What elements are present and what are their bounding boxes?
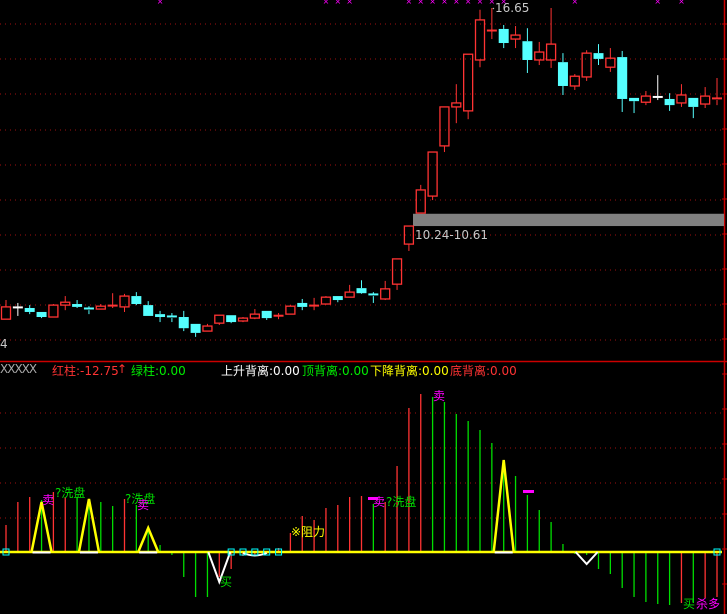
wash-signal: ?洗盘 (386, 495, 417, 509)
top-marker-icon: × (465, 0, 472, 6)
candle-body (320, 296, 332, 305)
candle-body (451, 102, 462, 108)
candle-body (380, 288, 391, 300)
candle-body (249, 313, 261, 319)
candle-body (166, 315, 177, 318)
top-marker-icon: × (323, 0, 330, 6)
gap-zone (413, 213, 724, 227)
kill-long-signal: 杀多 (696, 597, 721, 611)
candle-body (309, 304, 320, 307)
candle-body (24, 307, 35, 312)
candle-body (72, 304, 83, 307)
top-marker-icon: × (654, 0, 661, 6)
candle-body (356, 288, 367, 294)
candle-body (462, 53, 474, 112)
top-marker-icon: × (477, 0, 484, 6)
candle-body (226, 315, 237, 323)
candle-body (36, 311, 47, 318)
red-bar-value: 红柱:-12.75 (52, 364, 119, 378)
candle-body (155, 314, 166, 318)
candle-body (427, 151, 438, 197)
top-marker-icon: × (417, 0, 424, 6)
wash-signal: ?洗盘 (55, 486, 86, 500)
buy-signal: 买 (220, 575, 233, 589)
candle-body (652, 95, 663, 98)
top-divergence-value: 顶背离:0.00 (302, 364, 369, 378)
candle-body (605, 57, 616, 68)
candle-body (237, 317, 249, 322)
rise-divergence-value: 上升背离:0.00 (221, 364, 300, 378)
top-marker-icon: × (441, 0, 448, 6)
candle-body (297, 302, 308, 307)
top-marker-icon: × (157, 0, 164, 6)
candle-body (700, 95, 711, 105)
candle-body (12, 306, 23, 309)
candle-body (119, 295, 130, 308)
candle-body (676, 94, 687, 104)
candle-body (712, 97, 722, 100)
candle-body (581, 52, 592, 78)
candle-body (214, 314, 225, 324)
top-marker-icon: × (346, 0, 353, 6)
sell-signal: 卖 (373, 495, 386, 509)
candle-body (545, 43, 557, 61)
indicator-name[interactable]: XXXXX (0, 362, 37, 376)
top-marker-icon: × (334, 0, 341, 6)
candle-body (285, 305, 296, 315)
candle-body (344, 291, 355, 298)
candle-body (688, 97, 699, 107)
candle-body (439, 106, 450, 147)
fall-divergence-value: 下降背离:0.00 (370, 364, 449, 378)
top-marker-icon: × (429, 0, 436, 6)
candle-body (60, 301, 71, 306)
candle-body (617, 57, 628, 99)
high-price-pointer (492, 7, 495, 10)
candle-body (178, 317, 189, 329)
top-marker-icon: × (678, 0, 685, 6)
kline-chart[interactable]: × × × × × × × × × × × × × × × × (0, 0, 727, 614)
candle-body (415, 189, 426, 214)
candle-body (332, 296, 343, 301)
candle-body (95, 305, 106, 310)
candle-body (190, 323, 201, 333)
top-marker-icon: × (571, 0, 578, 6)
candle-body (593, 53, 604, 59)
bottom-divergence-value: 底背离:0.00 (450, 364, 517, 378)
candle-body (83, 307, 94, 310)
sell-signal: 卖 (137, 498, 150, 512)
candle-body (664, 98, 675, 106)
gap-range-label: 10.24-10.61 (415, 228, 489, 242)
candle-body (48, 304, 59, 318)
candle-body (0, 306, 12, 320)
candle-body (629, 97, 640, 102)
candle-body (522, 41, 533, 60)
candle-body (486, 29, 497, 32)
candle-body (569, 75, 580, 87)
candle-body (131, 296, 142, 305)
candle-body (391, 258, 403, 285)
candle-body (498, 28, 509, 44)
candle-body (534, 51, 545, 61)
green-bar-value: 绿柱:0.00 (131, 364, 186, 378)
high-price-label: 16.65 (495, 1, 530, 15)
candle-body (261, 310, 272, 319)
sell-signal: 卖 (433, 389, 446, 403)
top-marker-icon: × (406, 0, 413, 6)
candle-body (273, 314, 284, 317)
buy-signal: 买 (683, 597, 696, 611)
price-axis-fragment: 4 (0, 337, 8, 351)
sell-dash-marker (523, 490, 534, 493)
top-marker-icon: × (453, 0, 460, 6)
candle-body (510, 34, 521, 40)
candle-body (107, 304, 118, 307)
candle-body (474, 19, 486, 61)
candle-body (202, 325, 213, 332)
candle-body (557, 62, 568, 86)
up-arrow-icon: ↑ (117, 362, 128, 376)
candle-body (368, 293, 379, 296)
candle-body (143, 305, 154, 316)
resistance-signal: ※阻力 (291, 525, 326, 539)
candle-body (640, 95, 652, 103)
sell-signal: 卖 (42, 493, 55, 507)
